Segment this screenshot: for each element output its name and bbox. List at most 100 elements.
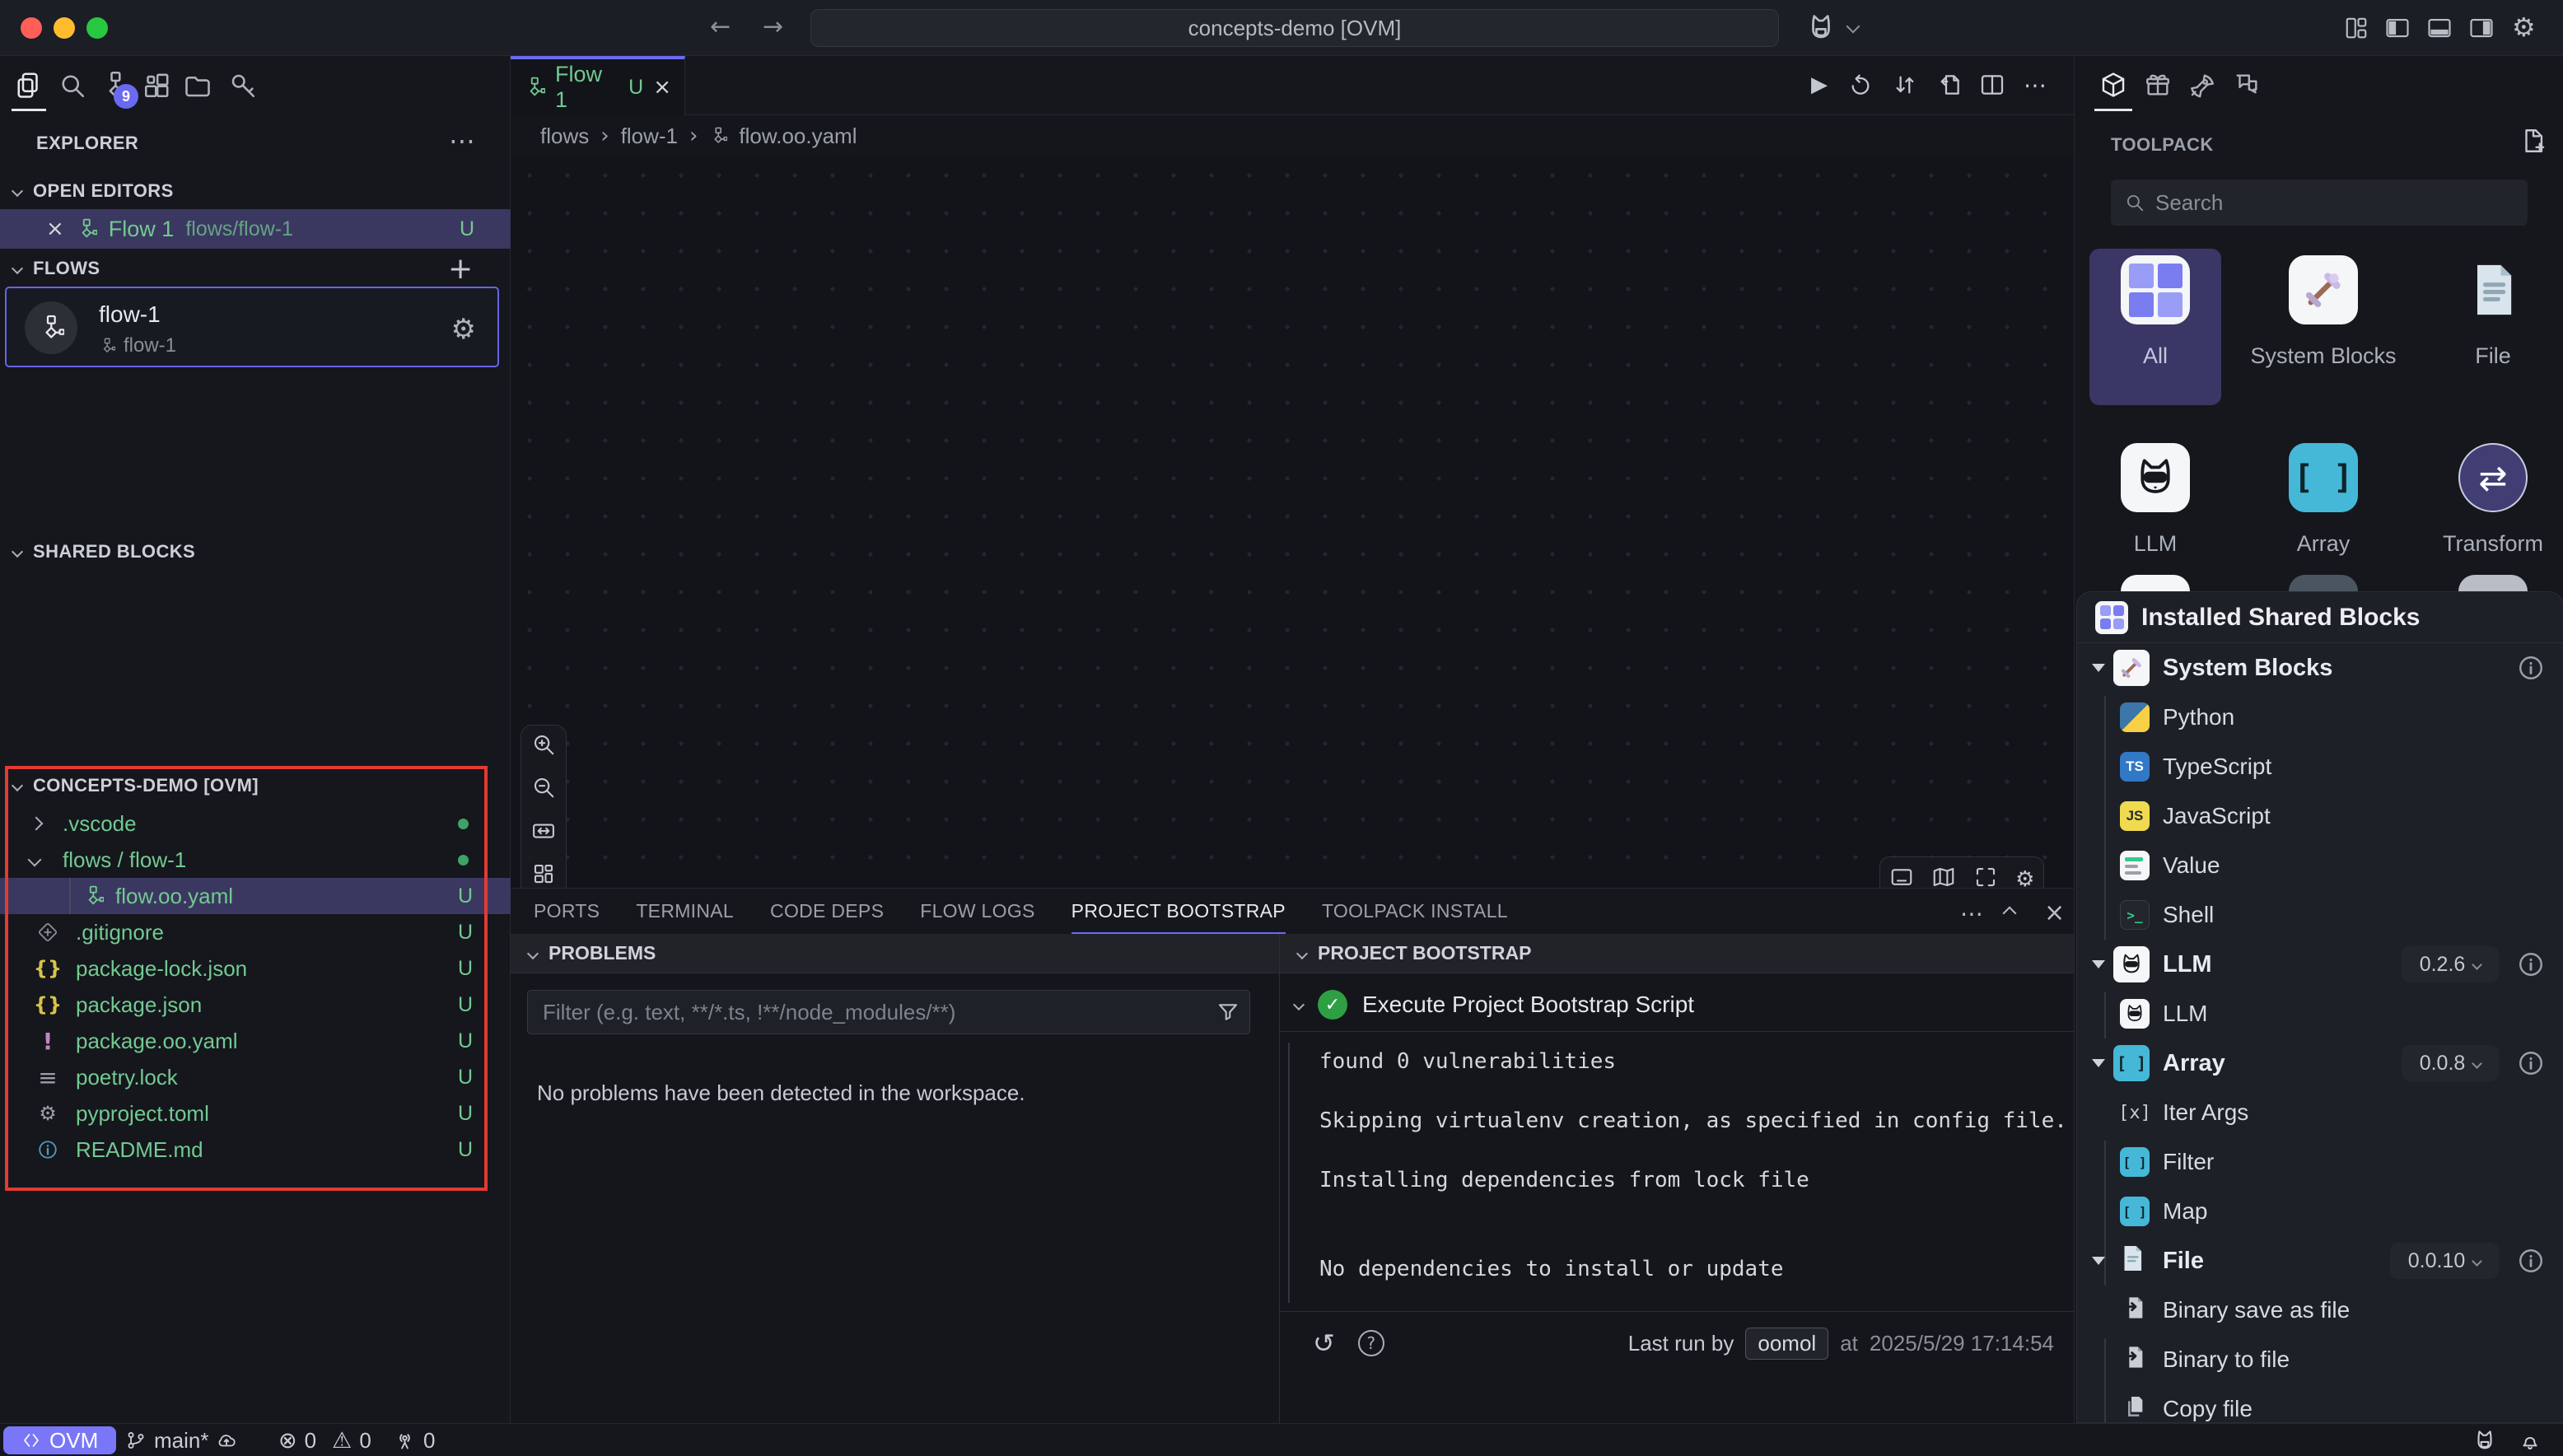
- maximize-window-button[interactable]: [86, 17, 108, 39]
- category-file-icon[interactable]: [2458, 255, 2528, 324]
- key-icon[interactable]: [228, 71, 258, 100]
- block-binary-to-file[interactable]: Binary to file: [2077, 1335, 2563, 1384]
- tab-project-bootstrap[interactable]: PROJECT BOOTSTRAP: [1071, 889, 1286, 935]
- tab-code-deps[interactable]: CODE DEPS: [770, 889, 884, 935]
- category-system-blocks-icon[interactable]: [2289, 255, 2358, 324]
- zoom-out-icon[interactable]: [531, 775, 556, 805]
- toolpack-cube-icon[interactable]: [2099, 71, 2127, 99]
- rerun-icon[interactable]: [1846, 71, 1874, 99]
- tree-item-file[interactable]: ⚙ pyproject.toml U: [0, 1095, 511, 1132]
- close-panel-icon[interactable]: ×: [2044, 898, 2065, 927]
- oomol-mascot-icon[interactable]: [1805, 12, 1837, 49]
- tree-item-folder[interactable]: .vscode: [0, 805, 511, 842]
- flow-card[interactable]: flow-1 flow-1 ⚙: [5, 287, 499, 367]
- fit-width-icon[interactable]: [531, 819, 556, 849]
- toolpack-search[interactable]: Search: [2111, 180, 2528, 226]
- close-window-button[interactable]: [21, 17, 42, 39]
- collapse-triangle-icon[interactable]: [2092, 664, 2105, 672]
- section-flows[interactable]: FLOWS: [0, 254, 510, 283]
- breadcrumb-item[interactable]: flows: [540, 124, 589, 149]
- problems-filter-input[interactable]: [527, 990, 1250, 1034]
- tree-item-file[interactable]: ≡ poetry.lock U: [0, 1059, 511, 1095]
- version-select[interactable]: 0.0.10: [2390, 1243, 2499, 1279]
- explorer-files-icon[interactable]: [13, 71, 43, 100]
- rerun-bootstrap-icon[interactable]: ↺: [1313, 1328, 1335, 1359]
- workspace-search-input[interactable]: [810, 9, 1779, 47]
- explorer-more-actions-icon[interactable]: ⋯: [449, 125, 475, 156]
- block-binary-save-as-file[interactable]: Binary save as file: [2077, 1286, 2563, 1335]
- block-javascript[interactable]: JS JavaScript: [2077, 791, 2563, 841]
- tab-flow-1[interactable]: Flow 1 U ×: [511, 56, 685, 115]
- info-icon[interactable]: [2517, 1049, 2545, 1077]
- compare-changes-icon[interactable]: [1891, 71, 1919, 99]
- customize-layout-icon[interactable]: [2344, 16, 2369, 46]
- breadcrumb-item[interactable]: flow.oo.yaml: [739, 124, 857, 149]
- block-map[interactable]: [ ] Map: [2077, 1187, 2563, 1236]
- split-editor-icon[interactable]: [1978, 71, 2006, 99]
- tree-item-file[interactable]: .gitignore U: [0, 914, 511, 950]
- collapse-triangle-icon[interactable]: [2092, 1059, 2105, 1067]
- info-icon[interactable]: [2517, 1247, 2545, 1275]
- category-label[interactable]: LLM: [2073, 527, 2238, 560]
- bootstrap-step-row[interactable]: ✓ Execute Project Bootstrap Script: [1280, 982, 1694, 1028]
- rocket-icon[interactable]: [2188, 71, 2216, 99]
- flow-settings-gear-icon[interactable]: ⚙: [451, 313, 476, 346]
- back-icon[interactable]: ←: [710, 12, 731, 41]
- settings-gear-icon[interactable]: ⚙: [2512, 12, 2536, 43]
- mascot-dropdown-chevron-icon[interactable]: [1846, 20, 1860, 34]
- chat-icon[interactable]: [2233, 71, 2261, 99]
- create-block-file-icon[interactable]: [2519, 127, 2547, 161]
- export-file-icon[interactable]: [1935, 71, 1963, 99]
- toggle-left-sidebar-icon[interactable]: [2385, 16, 2410, 46]
- blocks-extensions-icon[interactable]: [142, 71, 171, 100]
- section-open-editors[interactable]: OPEN EDITORS: [0, 176, 510, 206]
- block-iter-args[interactable]: [x] Iter Args: [2077, 1088, 2563, 1137]
- tab-terminal[interactable]: TERMINAL: [636, 889, 734, 935]
- group-system-blocks[interactable]: System Blocks: [2077, 643, 2563, 693]
- category-all-icon[interactable]: [2121, 255, 2190, 324]
- gift-icon[interactable]: [2144, 71, 2172, 99]
- tree-item-file[interactable]: ! package.oo.yaml U: [0, 1023, 511, 1059]
- group-llm[interactable]: LLM 0.2.6: [2077, 940, 2563, 989]
- category-label[interactable]: Transform: [2411, 527, 2563, 560]
- info-icon[interactable]: [2517, 950, 2545, 978]
- block-shell[interactable]: >_ Shell: [2077, 890, 2563, 940]
- tree-item-file-selected[interactable]: flow.oo.yaml U: [0, 878, 511, 914]
- tree-item-file[interactable]: {} package.json U: [0, 987, 511, 1023]
- search-icon[interactable]: [58, 71, 87, 100]
- oomol-mascot-icon[interactable]: [2472, 1428, 2497, 1453]
- last-run-user-badge[interactable]: oomol: [1745, 1328, 1828, 1360]
- panel-more-actions-icon[interactable]: ⋯: [1960, 900, 1983, 927]
- toggle-bottom-panel-icon[interactable]: [2427, 16, 2452, 46]
- tab-close-icon[interactable]: ×: [653, 75, 671, 100]
- category-transform-icon[interactable]: ⇄: [2458, 443, 2528, 512]
- breadcrumb-item[interactable]: flow-1: [621, 124, 678, 149]
- maximize-panel-chevron-icon[interactable]: [2003, 907, 2017, 921]
- project-bootstrap-header[interactable]: PROJECT BOOTSTRAP: [1280, 934, 2074, 973]
- version-select[interactable]: 0.0.8: [2402, 1045, 2499, 1081]
- toggle-right-sidebar-icon[interactable]: [2469, 16, 2494, 46]
- remote-indicator[interactable]: OVM: [3, 1426, 116, 1454]
- block-llm[interactable]: LLM: [2077, 989, 2563, 1038]
- block-value[interactable]: Value: [2077, 841, 2563, 890]
- add-flow-icon[interactable]: +: [448, 252, 473, 286]
- run-flow-icon[interactable]: ▶: [1805, 71, 1833, 99]
- open-editor-item[interactable]: × Flow 1 flows/flow-1 U: [0, 209, 511, 249]
- category-label[interactable]: System Blocks: [2241, 339, 2406, 372]
- category-label[interactable]: File: [2411, 339, 2563, 372]
- section-project-root[interactable]: CONCEPTS-DEMO [OVM]: [0, 771, 510, 800]
- category-llm-icon[interactable]: [2121, 443, 2190, 512]
- filter-funnel-icon[interactable]: [1216, 1000, 1240, 1030]
- block-filter[interactable]: [ ] Filter: [2077, 1137, 2563, 1187]
- category-label[interactable]: All: [2073, 339, 2238, 372]
- problems-header[interactable]: PROBLEMS: [511, 934, 1279, 973]
- forward-icon[interactable]: →: [763, 12, 783, 41]
- category-array-icon[interactable]: [ ]: [2289, 443, 2358, 512]
- block-typescript[interactable]: TS TypeScript: [2077, 742, 2563, 791]
- zoom-in-icon[interactable]: [531, 732, 556, 763]
- tab-flow-logs[interactable]: FLOW LOGS: [920, 889, 1034, 935]
- close-editor-icon[interactable]: ×: [46, 217, 64, 241]
- flow-canvas[interactable]: ⚙: [511, 156, 2074, 944]
- minimize-window-button[interactable]: [54, 17, 75, 39]
- folder-icon[interactable]: [183, 71, 212, 100]
